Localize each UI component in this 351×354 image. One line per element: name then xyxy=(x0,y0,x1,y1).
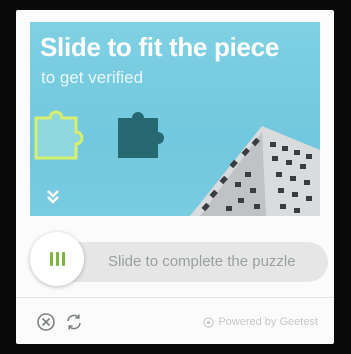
puzzle-piece[interactable] xyxy=(34,110,84,160)
powered-by-text: Powered by Geetest xyxy=(218,316,318,328)
close-icon[interactable] xyxy=(36,312,56,332)
footer-divider xyxy=(16,297,334,298)
building-image xyxy=(190,126,320,216)
grip-bars-icon xyxy=(49,252,65,266)
captcha-card: Slide to fit the piece to get verified S… xyxy=(16,10,334,344)
puzzle-slot xyxy=(118,112,164,158)
captcha-title: Slide to fit the piece xyxy=(40,32,279,62)
powered-by[interactable]: Powered by Geetest xyxy=(203,316,318,328)
slider-knob[interactable] xyxy=(30,232,84,286)
captcha-subtitle: to get verified xyxy=(41,68,144,87)
geetest-logo-icon xyxy=(203,316,214,328)
slider-label: Slide to complete the puzzle xyxy=(108,253,296,270)
puzzle-image: Slide to fit the piece to get verified xyxy=(30,22,320,216)
double-chevron-down-icon xyxy=(47,190,59,204)
refresh-icon[interactable] xyxy=(64,312,84,332)
slider-area: Slide to complete the puzzle xyxy=(16,222,334,286)
